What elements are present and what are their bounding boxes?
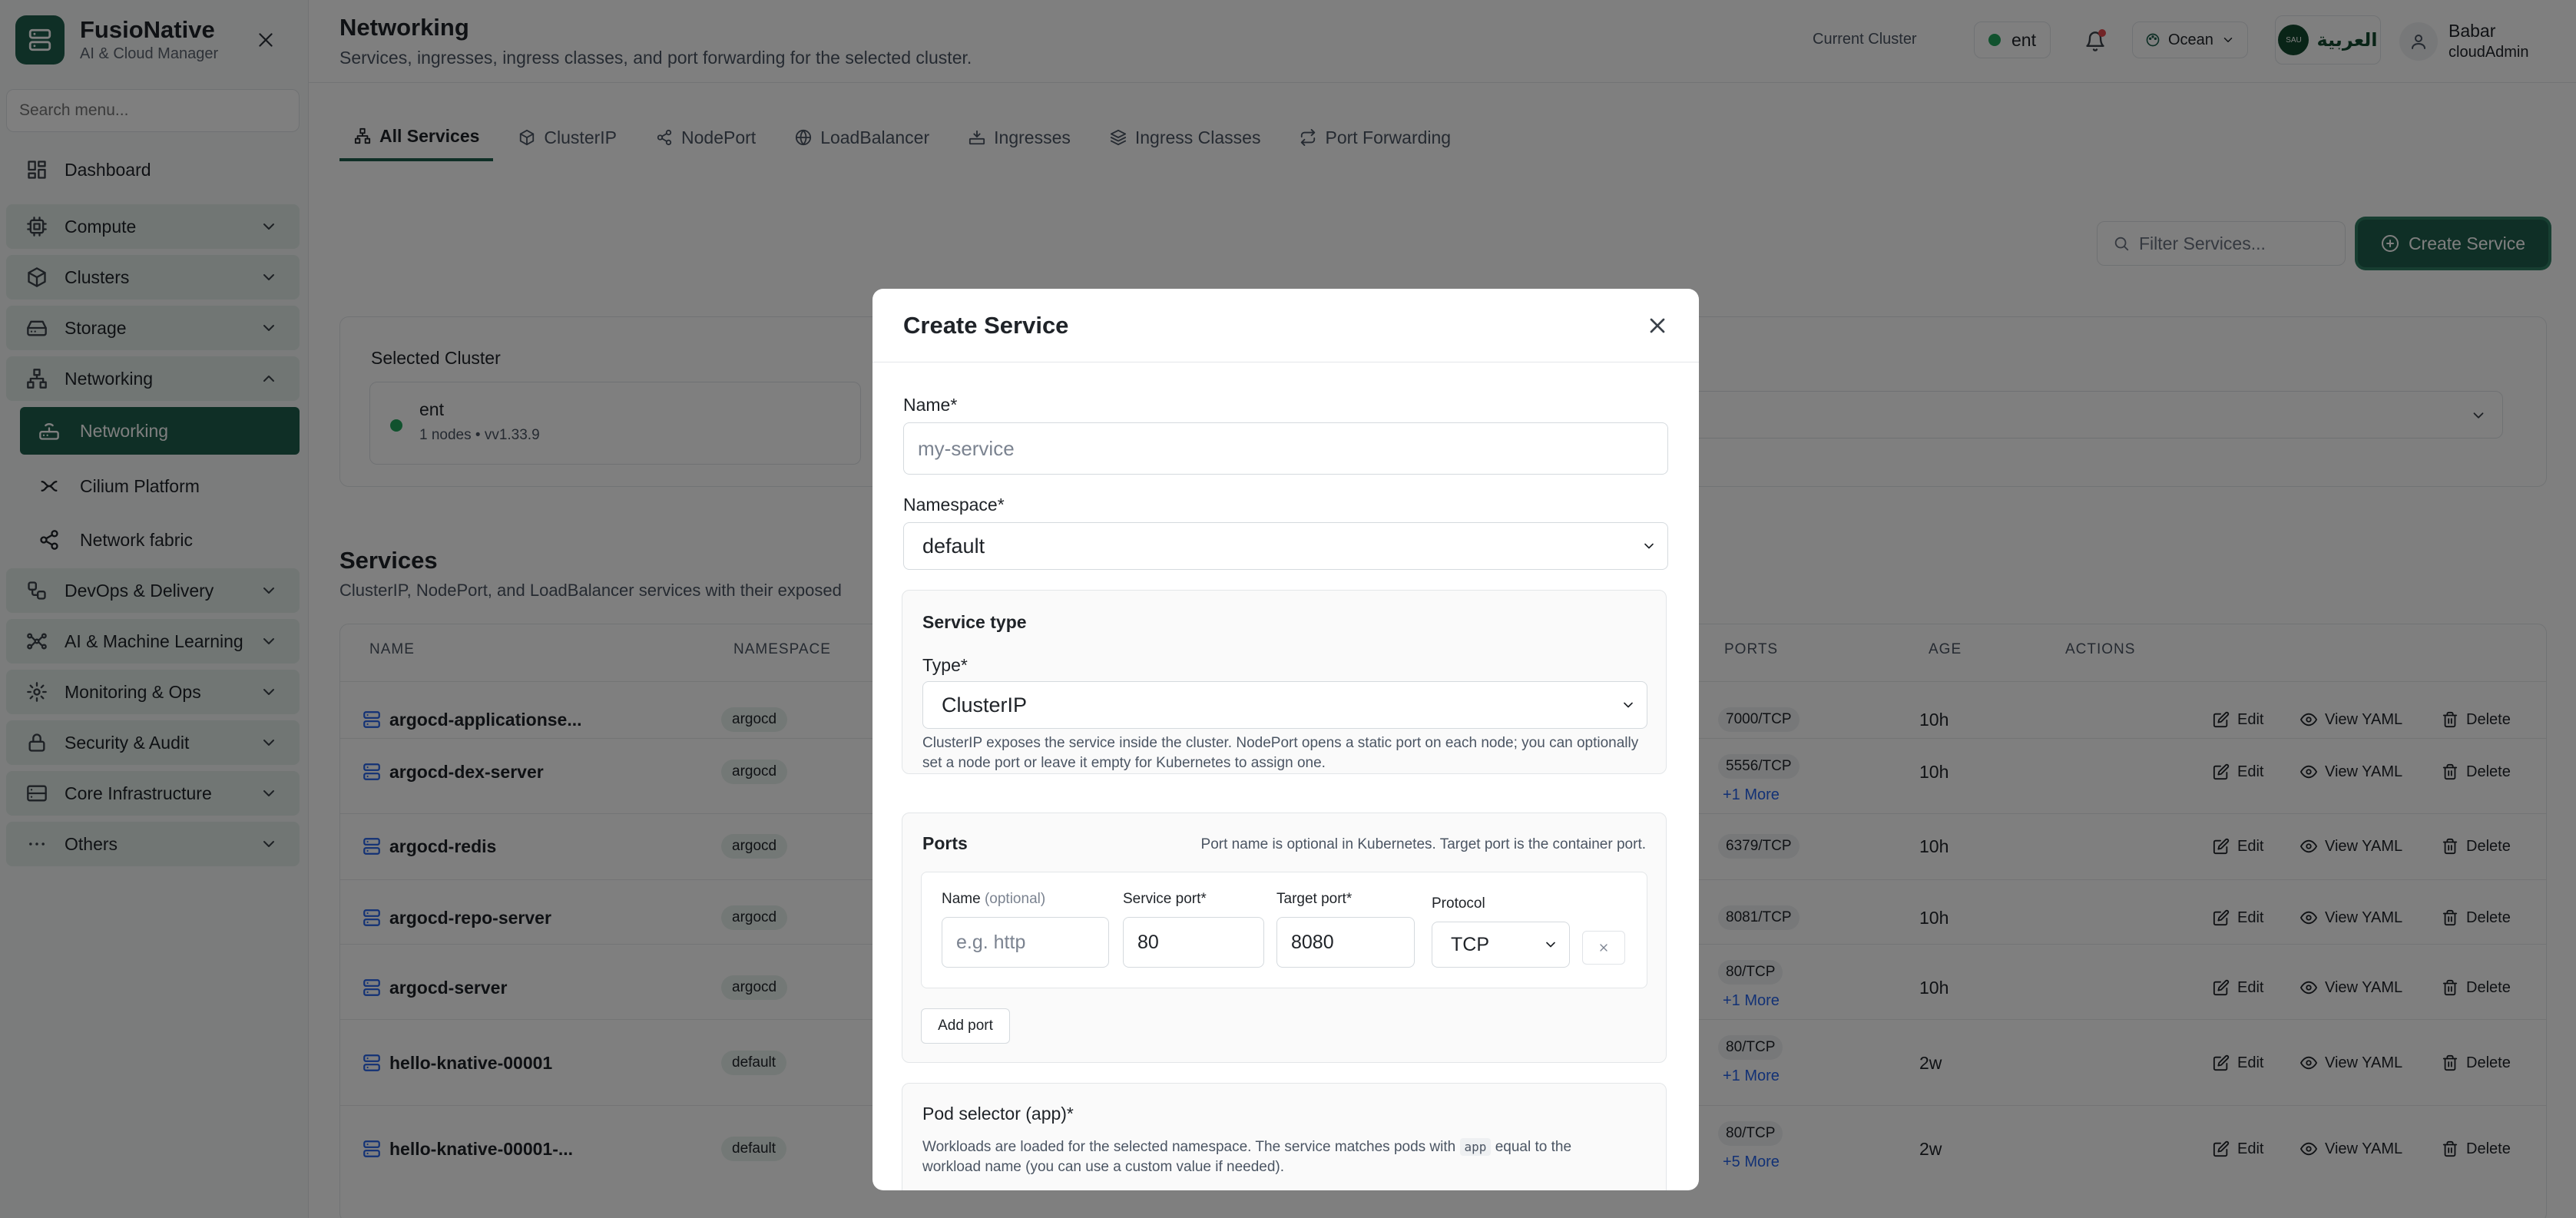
namespace-value: default <box>922 534 985 558</box>
ports-hint: Port name is optional in Kubernetes. Tar… <box>1200 836 1646 852</box>
protocol-label: Protocol <box>1432 895 1485 912</box>
pod-selector-hint: Workloads are loaded for the selected na… <box>922 1138 1572 1175</box>
chevron-down-icon <box>1621 697 1636 713</box>
service-port-value: 80 <box>1137 931 1159 953</box>
add-port-button[interactable]: Add port <box>921 1008 1010 1044</box>
dialog-title: Create Service <box>903 312 1069 339</box>
target-port-input[interactable]: 8080 <box>1276 917 1415 968</box>
type-label: Type* <box>922 655 968 675</box>
pod-selector-panel: Pod selector (app)* Workloads are loaded… <box>902 1083 1667 1190</box>
chevron-down-icon <box>1543 937 1558 952</box>
service-port-input[interactable]: 80 <box>1123 917 1264 968</box>
create-service-dialog: Create Service Name* my-service Namespac… <box>872 289 1699 1190</box>
service-type-value: ClusterIP <box>942 693 1028 717</box>
target-port-value: 8080 <box>1291 931 1334 953</box>
dialog-close-button[interactable] <box>1645 313 1670 338</box>
ports-title: Ports <box>922 833 968 853</box>
port-name-input[interactable]: e.g. http <box>942 917 1109 968</box>
service-port-label: Service port* <box>1123 891 1207 907</box>
port-name-placeholder: e.g. http <box>956 931 1026 953</box>
protocol-select[interactable]: TCP <box>1432 922 1570 968</box>
pod-selector-title: Pod selector (app)* <box>922 1104 1074 1124</box>
protocol-value: TCP <box>1451 933 1489 955</box>
service-type-hint: ClusterIP exposes the service inside the… <box>922 735 1639 771</box>
close-icon <box>1600 944 1608 952</box>
chevron-down-icon <box>1641 538 1657 554</box>
namespace-select[interactable]: default <box>903 522 1668 570</box>
service-name-input[interactable]: my-service <box>903 422 1668 475</box>
close-icon <box>1650 318 1665 333</box>
remove-port-button[interactable] <box>1582 931 1625 965</box>
dialog-header: Create Service <box>872 289 1699 362</box>
name-label: Name* <box>903 395 958 415</box>
target-port-label: Target port* <box>1276 891 1353 907</box>
port-row: Name (optional) e.g. http Service port* … <box>921 872 1647 988</box>
ports-panel: Ports Port name is optional in Kubernete… <box>902 813 1667 1063</box>
port-name-label: Name (optional) <box>942 891 1046 907</box>
service-type-panel: Service type Type* ClusterIP ClusterIP e… <box>902 590 1667 774</box>
service-type-title: Service type <box>922 612 1027 632</box>
service-type-select[interactable]: ClusterIP <box>922 681 1647 729</box>
app-code: app <box>1459 1138 1492 1156</box>
service-name-placeholder: my-service <box>918 436 1015 460</box>
namespace-label: Namespace* <box>903 495 1005 515</box>
